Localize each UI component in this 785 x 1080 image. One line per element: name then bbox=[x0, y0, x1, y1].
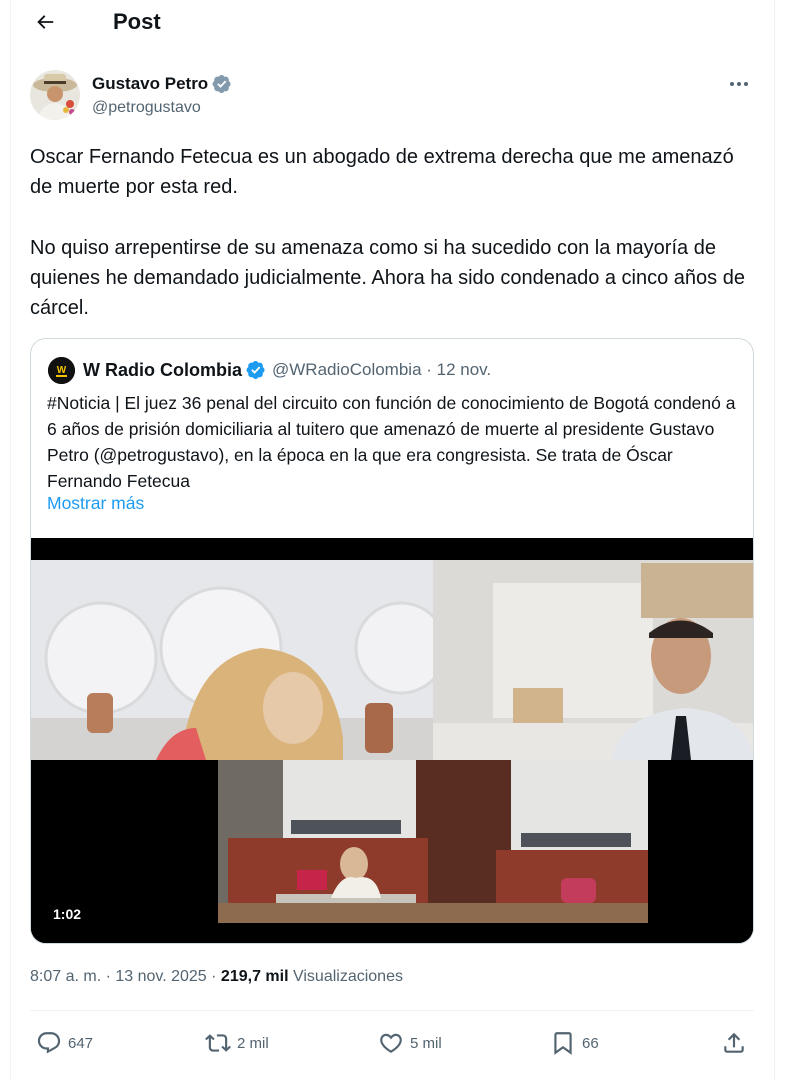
like-button[interactable]: 5 mil bbox=[378, 1030, 442, 1056]
svg-text:W: W bbox=[57, 365, 67, 376]
video-player[interactable]: 1:02 bbox=[31, 538, 753, 943]
views-label: Visualizaciones bbox=[288, 968, 403, 985]
bookmark-button[interactable]: 66 bbox=[550, 1030, 599, 1056]
bookmark-count: 66 bbox=[582, 1034, 599, 1052]
page-title: Post bbox=[113, 9, 161, 34]
action-bar: 647 2 mil 5 mil 66 bbox=[30, 1026, 754, 1062]
show-more-link[interactable]: Mostrar más bbox=[47, 493, 144, 514]
post-header: Post bbox=[11, 0, 774, 46]
views-count: 219,7 mil bbox=[220, 968, 289, 985]
author-name[interactable]: Gustavo Petro bbox=[92, 74, 232, 94]
quoted-text: #Noticia | El juez 36 penal del circuito… bbox=[47, 393, 736, 491]
more-options-button[interactable] bbox=[726, 74, 752, 94]
back-arrow-icon bbox=[37, 15, 54, 29]
like-count: 5 mil bbox=[410, 1034, 442, 1052]
verified-badge-icon bbox=[246, 361, 265, 379]
quoted-post[interactable]: W W Radio Colombia @WRadioColombia · 12 … bbox=[30, 338, 754, 944]
post-meta: 8:07 a. m. · 13 nov. 2025 · 219,7 mil Vi… bbox=[30, 968, 403, 986]
video-thumbnail bbox=[31, 538, 753, 943]
repost-icon bbox=[205, 1034, 231, 1052]
video-duration: 1:02 bbox=[47, 903, 88, 925]
bookmark-icon bbox=[554, 1032, 572, 1055]
column-border-left bbox=[10, 0, 11, 1080]
author-name-text: Gustavo Petro bbox=[92, 74, 209, 93]
post-paragraph-1: Oscar Fernando Fetecua es un abogado de … bbox=[30, 146, 734, 198]
quoted-author-name: W Radio Colombia bbox=[83, 359, 242, 380]
post-paragraph-2: No quiso arrepentirse de su amenaza como… bbox=[30, 237, 745, 319]
like-icon bbox=[380, 1033, 402, 1053]
post-author: Gustavo Petro @petrogustavo bbox=[30, 70, 760, 122]
wradio-logo-avatar: W bbox=[48, 356, 75, 384]
repost-count: 2 mil bbox=[237, 1034, 269, 1052]
verified-badge-icon bbox=[212, 75, 231, 93]
share-button[interactable] bbox=[721, 1030, 753, 1056]
repost-button[interactable]: 2 mil bbox=[205, 1030, 269, 1056]
share-icon bbox=[724, 1032, 744, 1053]
reply-icon bbox=[37, 1032, 61, 1054]
author-handle[interactable]: @petrogustavo bbox=[92, 99, 201, 117]
reply-button[interactable]: 647 bbox=[36, 1030, 93, 1056]
divider bbox=[30, 1010, 754, 1011]
quoted-post-header: W W Radio Colombia @WRadioColombia · 12 … bbox=[48, 356, 492, 384]
reply-count: 647 bbox=[68, 1034, 94, 1052]
post-text: Oscar Fernando Fetecua es un abogado de … bbox=[30, 142, 760, 323]
avatar[interactable] bbox=[30, 70, 80, 120]
column-border-right bbox=[774, 0, 775, 1080]
more-icon bbox=[730, 82, 748, 86]
quoted-handle-date: @WRadioColombia · 12 nov. bbox=[272, 360, 492, 379]
post-timestamp[interactable]: 8:07 a. m. · 13 nov. 2025 · bbox=[30, 968, 221, 985]
back-button[interactable] bbox=[31, 8, 59, 36]
